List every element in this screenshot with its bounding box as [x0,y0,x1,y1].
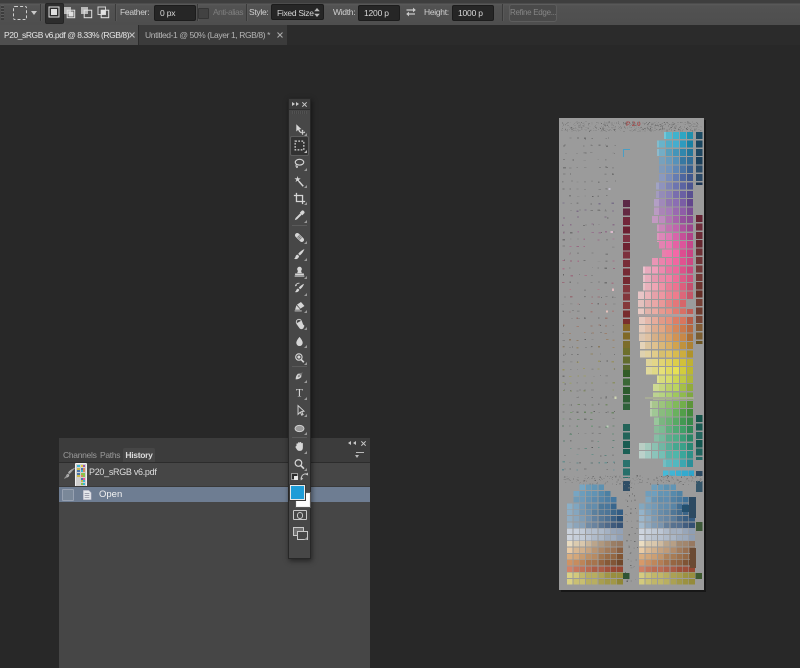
svg-text:T: T [296,387,303,399]
